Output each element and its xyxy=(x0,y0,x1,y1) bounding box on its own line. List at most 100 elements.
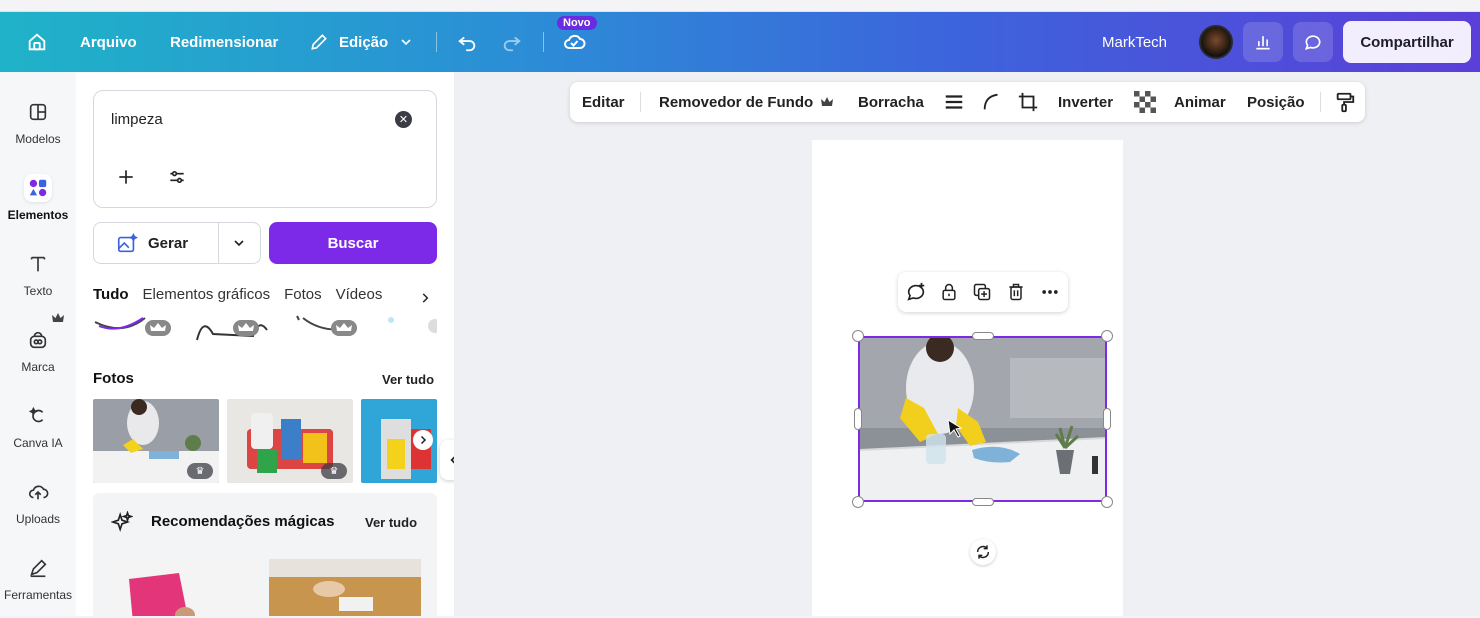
share-button[interactable]: Compartilhar xyxy=(1343,21,1471,63)
tab-videos[interactable]: Vídeos xyxy=(336,286,383,310)
text-icon xyxy=(24,250,52,278)
resize-handle-top-left[interactable] xyxy=(852,330,864,342)
lock-icon[interactable] xyxy=(937,280,961,304)
tab-elementos-graficos[interactable]: Elementos gráficos xyxy=(143,286,271,310)
paint-roller-icon[interactable] xyxy=(1334,82,1356,122)
chevron-right-icon xyxy=(420,435,427,445)
generate-button[interactable]: Gerar xyxy=(93,222,261,264)
delete-icon[interactable] xyxy=(1004,280,1028,304)
graphics-row xyxy=(93,314,437,344)
magic-thumbnail[interactable] xyxy=(269,559,421,616)
resize-handle-left[interactable] xyxy=(854,408,862,430)
background-remover-label: Removedor de Fundo xyxy=(659,93,814,111)
magic-see-all-link[interactable]: Ver tudo xyxy=(365,515,417,530)
elements-panel: limpeza ✕ Gerar Buscar Tudo Elementos gr… xyxy=(76,72,454,616)
corner-rounding-icon[interactable] xyxy=(981,82,1003,122)
tab-fotos[interactable]: Fotos xyxy=(284,286,322,310)
graphic-element-item[interactable] xyxy=(293,314,373,342)
search-box[interactable]: limpeza ✕ xyxy=(93,90,437,208)
resize-menu[interactable]: Redimensionar xyxy=(170,12,278,72)
resize-handle-right[interactable] xyxy=(1103,408,1111,430)
crown-icon xyxy=(821,97,834,106)
crown-icon: ♛ xyxy=(187,463,213,479)
resize-handle-bottom-right[interactable] xyxy=(1101,496,1113,508)
edit-image-button[interactable]: Editar xyxy=(582,82,625,122)
image-generate-icon xyxy=(117,233,138,253)
graphic-element-item[interactable] xyxy=(383,314,437,342)
crown-icon xyxy=(52,313,64,322)
top-bar: Arquivo Redimensionar Edição Novo MarkTe… xyxy=(0,12,1480,72)
crown-icon: ♛ xyxy=(321,463,347,479)
eraser-button[interactable]: Borracha xyxy=(858,82,924,122)
chevron-right-icon[interactable] xyxy=(418,290,432,306)
position-button[interactable]: Posição xyxy=(1247,82,1305,122)
edit-mode-menu[interactable]: Edição xyxy=(309,12,414,72)
animate-button[interactable]: Animar xyxy=(1174,82,1226,122)
transparency-icon[interactable] xyxy=(1134,82,1156,122)
photos-heading: Fotos xyxy=(93,370,134,387)
flip-button[interactable]: Inverter xyxy=(1058,82,1113,122)
crop-icon[interactable] xyxy=(1017,82,1039,122)
file-menu[interactable]: Arquivo xyxy=(80,12,137,72)
pencil-icon xyxy=(311,34,327,50)
divider xyxy=(640,92,641,112)
divider xyxy=(1320,92,1321,112)
divider xyxy=(218,223,219,263)
team-name[interactable]: MarkTech xyxy=(1102,12,1167,72)
background-remover-button[interactable]: Removedor de Fundo xyxy=(659,82,834,122)
magic-thumbnail[interactable] xyxy=(109,559,261,616)
search-input[interactable]: limpeza xyxy=(111,111,163,128)
sidebar-label: Marca xyxy=(21,360,55,374)
more-options-icon[interactable] xyxy=(1038,280,1062,304)
resize-handle-top[interactable] xyxy=(972,332,994,340)
magic-heading: Recomendações mágicas xyxy=(151,513,335,530)
magic-recommendations-section: Recomendações mágicas Ver tudo xyxy=(93,493,437,616)
sparkle-icon xyxy=(111,511,133,532)
graphic-element-item[interactable] xyxy=(193,314,273,342)
graphic-element-item[interactable] xyxy=(93,314,173,342)
redo-icon[interactable] xyxy=(501,12,523,72)
comment-icon[interactable] xyxy=(1293,22,1333,62)
sidebar-label: Elementos xyxy=(7,208,69,222)
ai-icon xyxy=(24,402,52,430)
plus-icon[interactable] xyxy=(116,167,136,187)
tab-tudo[interactable]: Tudo xyxy=(93,286,129,310)
resize-handle-bottom[interactable] xyxy=(972,498,994,506)
result-tabs: Tudo Elementos gráficos Fotos Vídeos xyxy=(93,286,382,310)
add-comment-icon[interactable] xyxy=(904,280,928,304)
photos-see-all-link[interactable]: Ver tudo xyxy=(382,372,434,387)
search-button[interactable]: Buscar xyxy=(269,222,437,264)
sidebar-item-canva-ia[interactable]: Canva IA xyxy=(0,396,76,466)
analytics-icon[interactable] xyxy=(1243,22,1283,62)
sidebar-item-uploads[interactable]: Uploads xyxy=(0,472,76,542)
resize-handle-bottom-left[interactable] xyxy=(852,496,864,508)
border-style-icon[interactable] xyxy=(943,82,965,122)
avatar[interactable] xyxy=(1199,25,1233,59)
photo-thumbnail[interactable]: ♛ xyxy=(93,399,219,483)
photo-thumbnail[interactable]: ♛ xyxy=(227,399,353,483)
sidebar-item-marca[interactable]: Marca xyxy=(0,313,76,390)
sidebar-label: Canva IA xyxy=(13,436,63,450)
selected-photo[interactable] xyxy=(858,336,1107,502)
sidebar-label: Texto xyxy=(23,284,53,298)
carousel-next-button[interactable] xyxy=(413,430,433,450)
home-icon[interactable] xyxy=(26,12,48,72)
left-sidebar: Modelos Elementos Texto Marca Canva IA U… xyxy=(0,72,76,616)
sidebar-item-ferramentas[interactable]: Ferramentas xyxy=(0,548,76,618)
sidebar-label: Modelos xyxy=(15,132,61,146)
duplicate-icon[interactable] xyxy=(970,280,994,304)
sidebar-label: Uploads xyxy=(15,512,61,526)
sidebar-item-modelos[interactable]: Modelos xyxy=(0,92,76,162)
divider xyxy=(543,32,544,52)
chevron-down-icon[interactable] xyxy=(231,235,247,251)
rotate-icon[interactable] xyxy=(970,539,996,565)
filter-icon[interactable] xyxy=(167,167,187,187)
resize-handle-top-right[interactable] xyxy=(1101,330,1113,342)
edit-mode-label: Edição xyxy=(339,33,389,51)
element-floating-toolbar xyxy=(898,272,1068,312)
sidebar-item-elementos[interactable]: Elementos xyxy=(0,168,76,238)
clear-search-icon[interactable]: ✕ xyxy=(395,111,412,128)
divider xyxy=(436,32,437,52)
sidebar-item-texto[interactable]: Texto xyxy=(0,244,76,314)
undo-icon[interactable] xyxy=(456,12,478,72)
